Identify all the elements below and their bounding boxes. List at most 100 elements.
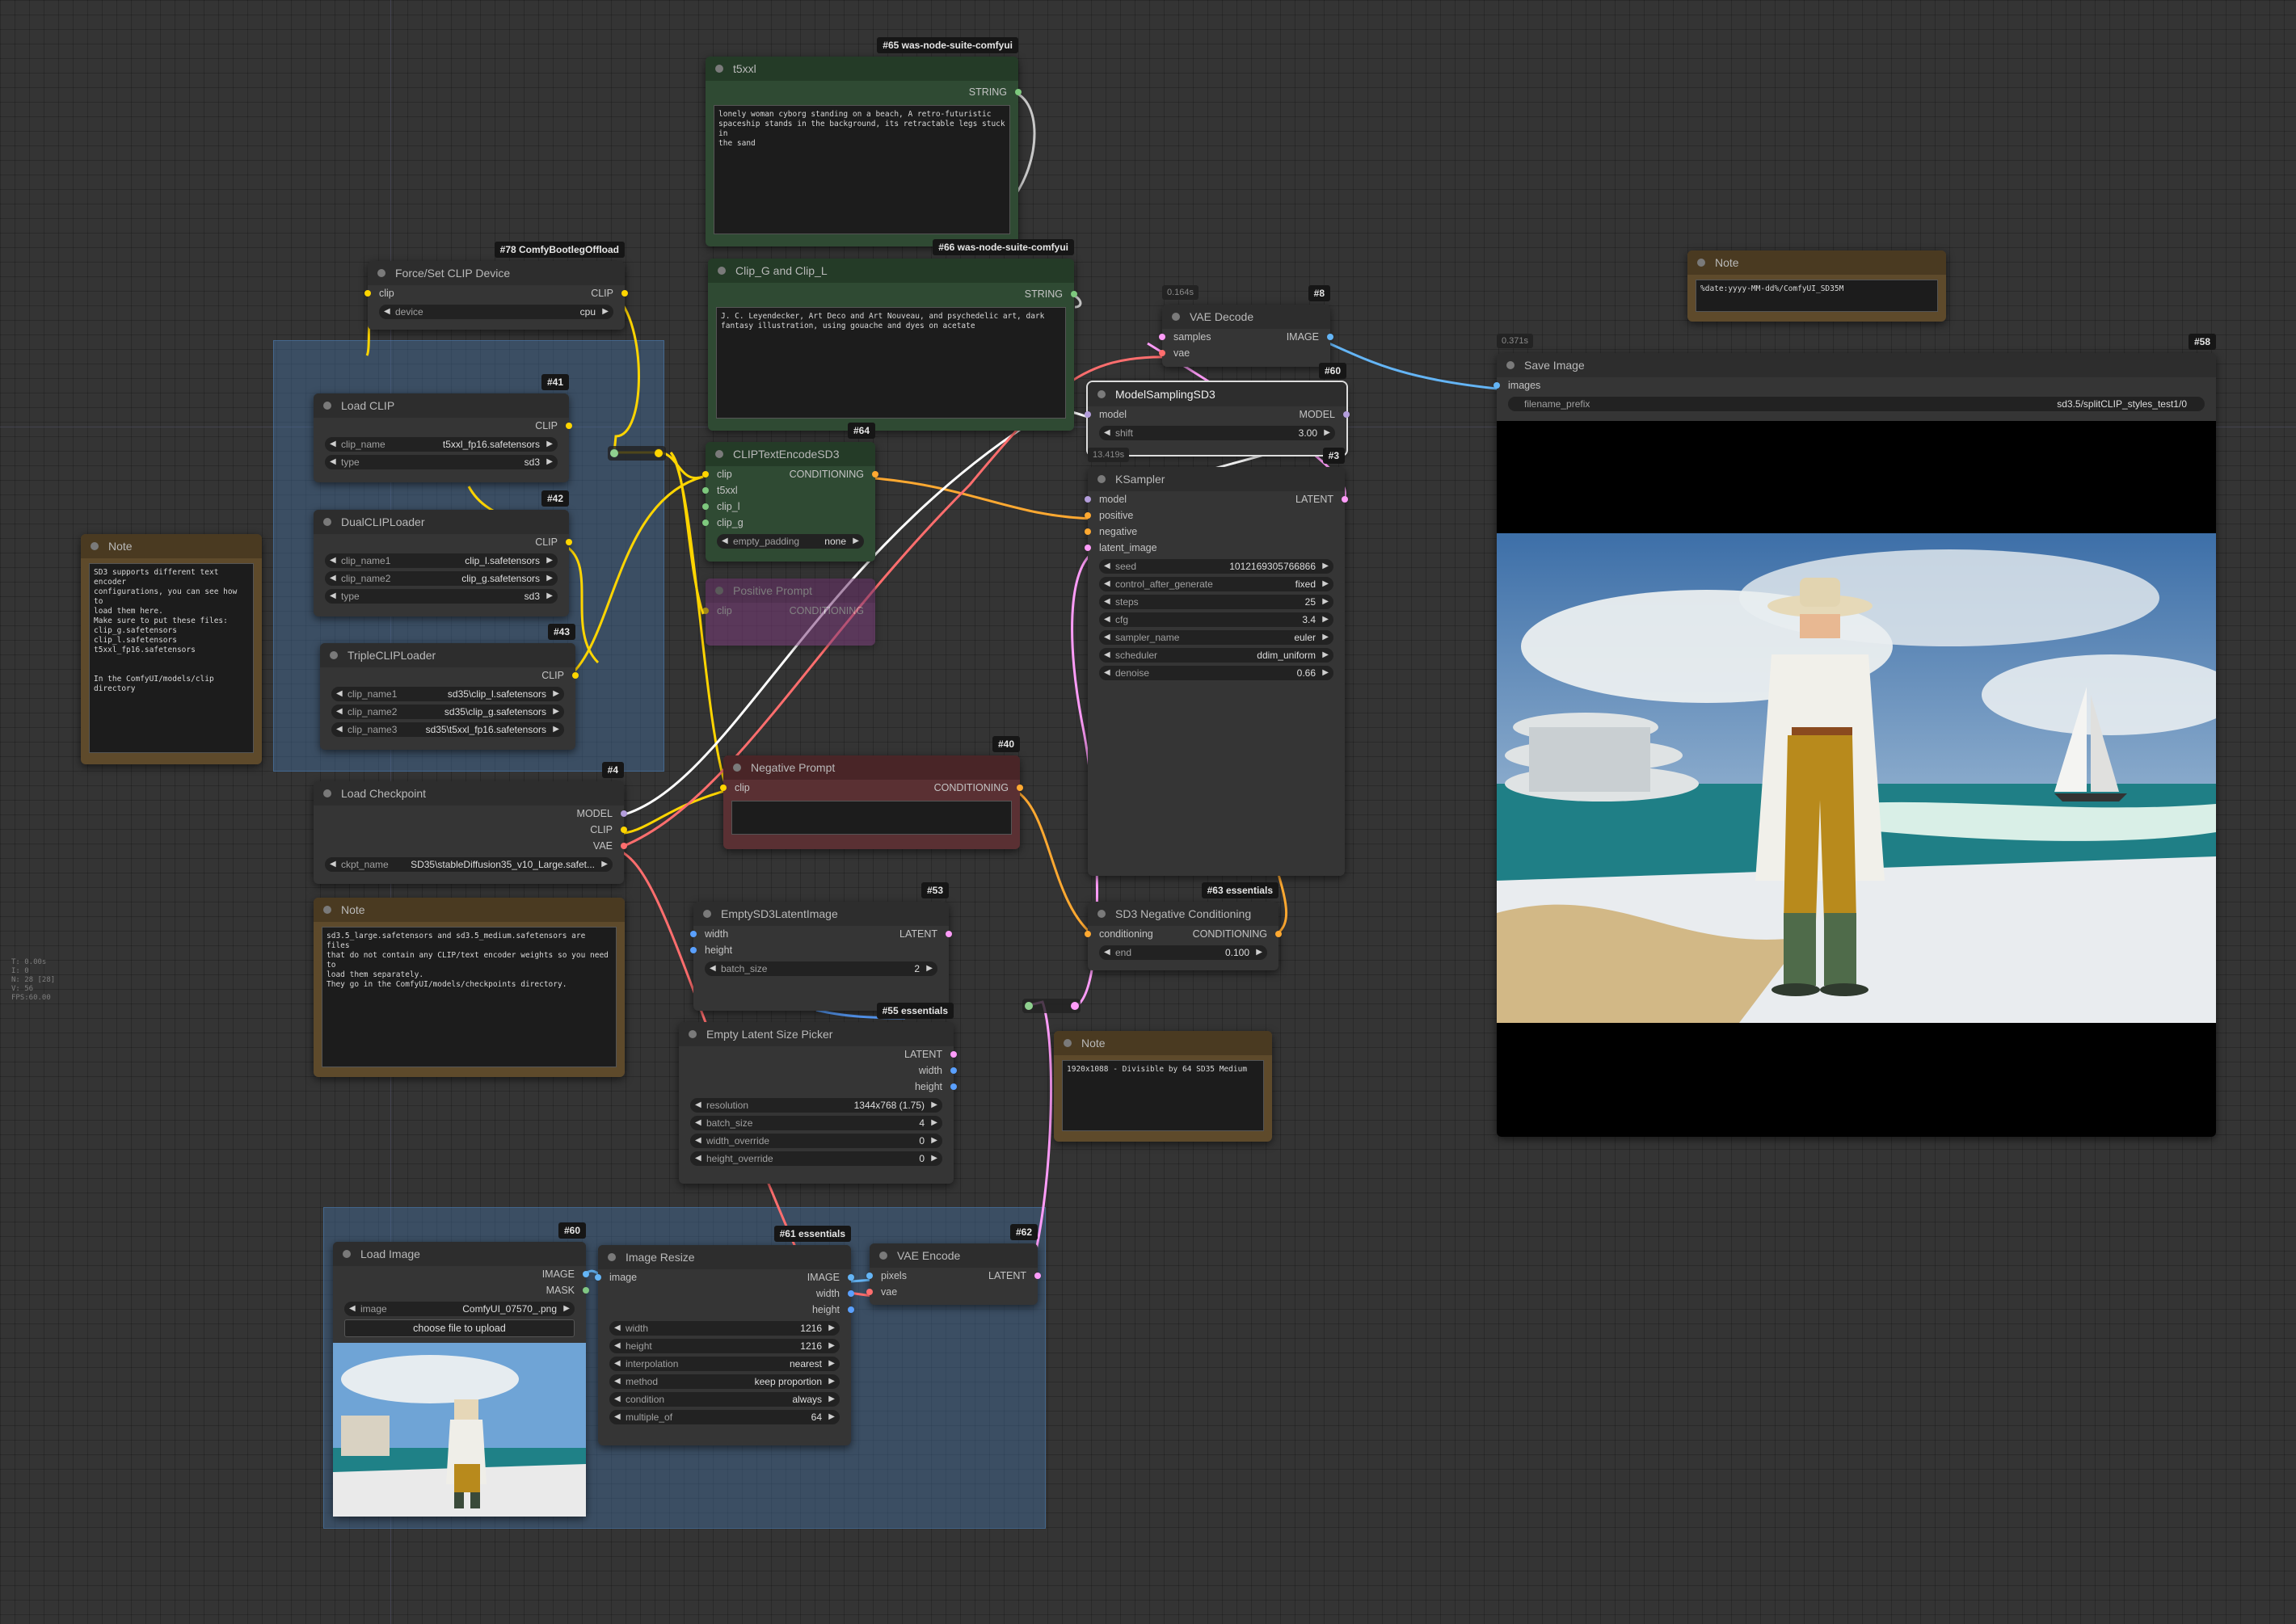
arrow-right-icon[interactable]: ▶: [828, 1321, 835, 1336]
input-pin-negative[interactable]: [1085, 528, 1091, 535]
note-text[interactable]: 1920x1088 - Divisible by 64 SD35 Medium: [1062, 1060, 1264, 1131]
input-pin-positive[interactable]: [1085, 512, 1091, 519]
collapse-dot-icon[interactable]: [91, 542, 99, 550]
load-image-node[interactable]: #60 Load Image IMAGE MASK ◀ image ComfyUI_…: [333, 1222, 589, 1517]
widget-cfg[interactable]: ◀ cfg 3.4 ▶: [1099, 612, 1333, 627]
node-header[interactable]: Negative Prompt: [723, 755, 1020, 780]
arrow-left-icon[interactable]: ◀: [330, 589, 336, 604]
arrow-left-icon[interactable]: ◀: [1104, 666, 1110, 680]
arrow-right-icon[interactable]: ▶: [828, 1374, 835, 1389]
node-header[interactable]: DualCLIPLoader: [314, 510, 569, 534]
force-clip-device-node[interactable]: #78 ComfyBootlegOffload Force/Set CLIP D…: [364, 242, 628, 330]
arrow-left-icon[interactable]: ◀: [614, 1374, 621, 1389]
arrow-left-icon[interactable]: ◀: [330, 571, 336, 586]
input-pin-samples[interactable]: [1159, 334, 1165, 340]
node-header[interactable]: EmptySD3LatentImage: [693, 902, 949, 926]
collapse-dot-icon[interactable]: [715, 65, 723, 73]
negative-prompt-node[interactable]: #40 Negative Prompt clip CONDITIONING: [720, 736, 1023, 849]
widget-scheduler[interactable]: ◀ scheduler ddim_uniform ▶: [1099, 648, 1333, 663]
widget-type[interactable]: ◀ type sd3 ▶: [325, 455, 558, 469]
arrow-right-icon[interactable]: ▶: [1324, 426, 1330, 440]
input-pin-clip-g[interactable]: [702, 520, 709, 526]
arrow-right-icon[interactable]: ▶: [1322, 612, 1329, 627]
arrow-right-icon[interactable]: ▶: [553, 722, 559, 737]
collapse-dot-icon[interactable]: [323, 402, 331, 410]
node-header[interactable]: Note: [314, 898, 625, 922]
widget-clip-name3[interactable]: ◀ clip_name3 sd35\t5xxl_fp16.safetensors ▶: [331, 722, 564, 737]
load-clip-node[interactable]: #41 Load CLIP CLIP ◀ clip_name t5xxl_fp16.…: [314, 374, 572, 482]
arrow-right-icon[interactable]: ▶: [931, 1116, 937, 1130]
collapse-dot-icon[interactable]: [343, 1250, 351, 1258]
input-pin-clip-l[interactable]: [702, 503, 709, 510]
node-header[interactable]: Empty Latent Size Picker: [679, 1022, 954, 1046]
node-header[interactable]: Load Checkpoint: [314, 781, 624, 806]
arrow-left-icon[interactable]: ◀: [614, 1321, 621, 1336]
triple-clip-loader-node[interactable]: #43 TripleCLIPLoader CLIP ◀ clip_name1 sd3…: [320, 624, 579, 750]
widget-height-override[interactable]: ◀ height_override 0 ▶: [690, 1151, 942, 1166]
widget-shift[interactable]: ◀ shift 3.00 ▶: [1099, 426, 1335, 440]
arrow-left-icon[interactable]: ◀: [710, 961, 716, 976]
note-node-filename-info[interactable]: Note %date:yyyy-MM-dd%/ComfyUI_SD35M: [1687, 250, 1946, 322]
input-pin-clip[interactable]: [702, 608, 709, 614]
arrow-right-icon[interactable]: ▶: [546, 571, 553, 586]
input-pin-clip[interactable]: [720, 785, 727, 791]
collapse-dot-icon[interactable]: [715, 587, 723, 595]
collapse-dot-icon[interactable]: [323, 906, 331, 914]
node-header[interactable]: ModelSamplingSD3: [1088, 382, 1346, 406]
widget-condition[interactable]: ◀ condition always ▶: [609, 1392, 840, 1407]
node-header[interactable]: Note: [81, 534, 262, 558]
widget-clip-name[interactable]: ◀ clip_name t5xxl_fp16.safetensors ▶: [325, 437, 558, 452]
output-pin-image[interactable]: [583, 1271, 589, 1277]
collapse-dot-icon[interactable]: [1097, 475, 1106, 483]
input-pin-conditioning[interactable]: [1085, 931, 1091, 937]
node-header[interactable]: CLIPTextEncodeSD3: [706, 442, 875, 466]
input-pin-clip[interactable]: [364, 290, 371, 297]
t5xxl-text-node[interactable]: #65 was-node-suite-comfyui t5xxl STRING …: [706, 37, 1022, 246]
vae-encode-node[interactable]: #62 VAE Encode pixels LATENT vae: [866, 1224, 1041, 1305]
widget-multiple-of[interactable]: ◀ multiple_of 64 ▶: [609, 1410, 840, 1424]
arrow-left-icon[interactable]: ◀: [1104, 426, 1110, 440]
node-header[interactable]: Save Image: [1497, 353, 2216, 377]
arrow-right-icon[interactable]: ▶: [853, 534, 859, 549]
prompt-textarea[interactable]: J. C. Leyendecker, Art Deco and Art Nouv…: [716, 307, 1066, 419]
arrow-left-icon[interactable]: ◀: [336, 705, 343, 719]
input-pin-latent-image[interactable]: [1085, 545, 1091, 551]
collapse-dot-icon[interactable]: [689, 1030, 697, 1038]
arrow-left-icon[interactable]: ◀: [1104, 559, 1110, 574]
output-pin-clip[interactable]: [566, 423, 572, 429]
input-pin-width[interactable]: [690, 931, 697, 937]
widget-interpolation[interactable]: ◀ interpolation nearest ▶: [609, 1357, 840, 1371]
arrow-right-icon[interactable]: ▶: [1322, 577, 1329, 591]
node-header[interactable]: SD3 Negative Conditioning: [1088, 902, 1279, 926]
input-pin-model[interactable]: [1085, 496, 1091, 503]
input-pin-clip[interactable]: [702, 471, 709, 478]
output-pin-height[interactable]: [950, 1083, 957, 1090]
arrow-right-icon[interactable]: ▶: [828, 1392, 835, 1407]
output-pin-vae[interactable]: [621, 843, 627, 849]
arrow-left-icon[interactable]: ◀: [330, 553, 336, 568]
arrow-right-icon[interactable]: ▶: [931, 1134, 937, 1148]
collapse-dot-icon[interactable]: [718, 267, 726, 275]
output-pin-mask[interactable]: [583, 1287, 589, 1294]
widget-batch-size[interactable]: ◀ batch_size 4 ▶: [690, 1116, 942, 1130]
output-pin-clip[interactable]: [566, 539, 572, 545]
widget-batch-size[interactable]: ◀ batch_size 2 ▶: [705, 961, 937, 976]
vae-decode-node[interactable]: #8 0.164s VAE Decode samples IMAGE vae: [1159, 285, 1333, 367]
widget-clip-name1[interactable]: ◀ clip_name1 clip_l.safetensors ▶: [325, 553, 558, 568]
input-pin-t5xxl[interactable]: [702, 487, 709, 494]
arrow-left-icon[interactable]: ◀: [330, 437, 336, 452]
widget-filename-prefix[interactable]: filename_prefix sd3.5/splitCLIP_styles_te…: [1508, 397, 2205, 411]
node-header[interactable]: VAE Encode: [870, 1243, 1038, 1268]
collapse-dot-icon[interactable]: [323, 518, 331, 526]
widget-steps[interactable]: ◀ steps 25 ▶: [1099, 595, 1333, 609]
input-pin-images[interactable]: [1493, 382, 1500, 389]
node-header[interactable]: Load CLIP: [314, 393, 569, 418]
arrow-left-icon[interactable]: ◀: [695, 1116, 701, 1130]
arrow-right-icon[interactable]: ▶: [546, 553, 553, 568]
widget-clip-name2[interactable]: ◀ clip_name2 clip_g.safetensors ▶: [325, 571, 558, 586]
node-header[interactable]: Positive Prompt: [706, 578, 875, 603]
arrow-left-icon[interactable]: ◀: [722, 534, 728, 549]
collapse-dot-icon[interactable]: [377, 269, 385, 277]
arrow-right-icon[interactable]: ▶: [828, 1339, 835, 1353]
arrow-right-icon[interactable]: ▶: [926, 961, 933, 976]
